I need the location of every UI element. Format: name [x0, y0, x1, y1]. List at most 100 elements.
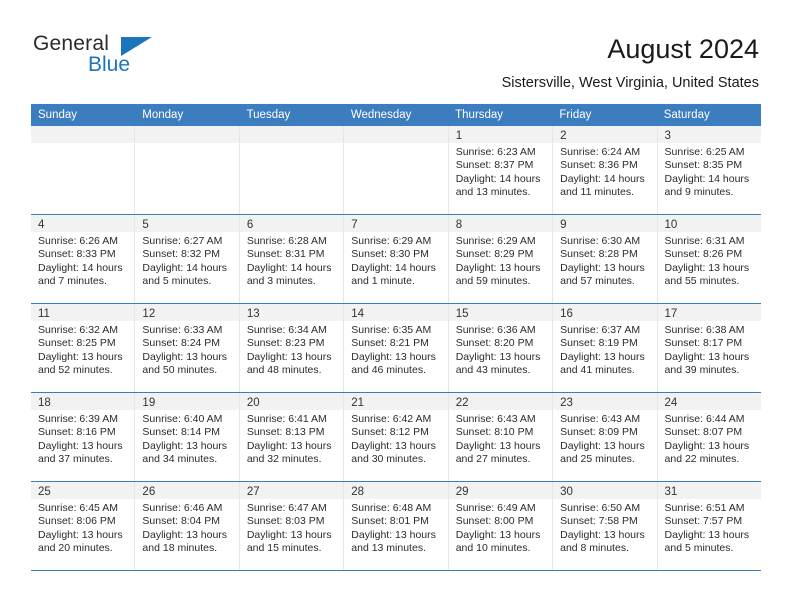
- brand-logo[interactable]: General Blue: [33, 33, 213, 81]
- sunset-text: Sunset: 8:13 PM: [246, 426, 325, 439]
- sunset-text: Sunset: 8:23 PM: [246, 337, 325, 350]
- sunrise-text: Sunrise: 6:44 AM: [664, 413, 745, 425]
- day-cell[interactable]: [239, 126, 345, 214]
- sunrise-text: Sunrise: 6:23 AM: [455, 146, 536, 158]
- day-cell[interactable]: 18 Sunrise: 6:39 AM Sunset: 8:16 PM Dayl…: [31, 393, 136, 481]
- day-cell[interactable]: 31 Sunrise: 6:51 AM Sunset: 7:57 PM Dayl…: [657, 482, 761, 570]
- day-cell[interactable]: 11 Sunrise: 6:32 AM Sunset: 8:25 PM Dayl…: [31, 304, 136, 392]
- day-number-band: 30: [553, 482, 657, 499]
- daylight-text-line1: Daylight: 14 hours: [455, 172, 541, 185]
- weekday-header-sunday: Sunday: [38, 109, 78, 121]
- day-cell[interactable]: 3 Sunrise: 6:25 AM Sunset: 8:35 PM Dayli…: [657, 126, 761, 214]
- day-number-band: 25: [31, 482, 135, 499]
- daylight-text-line1: Daylight: 13 hours: [351, 528, 436, 541]
- day-cell[interactable]: 19 Sunrise: 6:40 AM Sunset: 8:14 PM Dayl…: [135, 393, 240, 481]
- daylight-text-line2: and 8 minutes.: [560, 542, 629, 555]
- day-cell[interactable]: 22 Sunrise: 6:43 AM Sunset: 8:10 PM Dayl…: [448, 393, 554, 481]
- sunset-text: Sunset: 8:19 PM: [560, 337, 638, 350]
- day-cell[interactable]: 27 Sunrise: 6:47 AM Sunset: 8:03 PM Dayl…: [239, 482, 345, 570]
- day-info: Sunrise: 6:26 AM Sunset: 8:33 PM Dayligh…: [31, 232, 134, 289]
- day-number: 2: [560, 130, 567, 142]
- sunset-text: Sunset: 8:30 PM: [351, 248, 429, 261]
- daylight-text-line2: and 11 minutes.: [560, 186, 635, 199]
- daylight-text-line1: Daylight: 14 hours: [38, 261, 123, 274]
- sunrise-text: Sunrise: 6:28 AM: [246, 235, 327, 247]
- day-number: 9: [560, 219, 567, 231]
- sunrise-text: Sunrise: 6:39 AM: [38, 413, 118, 425]
- sunrise-text: Sunrise: 6:25 AM: [664, 146, 745, 158]
- daylight-text-line1: Daylight: 13 hours: [560, 528, 645, 541]
- day-cell[interactable]: 4 Sunrise: 6:26 AM Sunset: 8:33 PM Dayli…: [31, 215, 136, 303]
- sunrise-text: Sunrise: 6:40 AM: [142, 413, 223, 425]
- daylight-text-line2: and 30 minutes.: [351, 453, 426, 466]
- sunrise-text: Sunrise: 6:35 AM: [351, 324, 432, 336]
- day-cell[interactable]: 20 Sunrise: 6:41 AM Sunset: 8:13 PM Dayl…: [239, 393, 345, 481]
- day-cell[interactable]: [31, 126, 136, 214]
- day-info: Sunrise: 6:28 AM Sunset: 8:31 PM Dayligh…: [240, 232, 343, 289]
- day-cell[interactable]: 28 Sunrise: 6:48 AM Sunset: 8:01 PM Dayl…: [344, 482, 449, 570]
- weekday-header-thursday: Thursday: [455, 109, 504, 121]
- sunrise-text: Sunrise: 6:50 AM: [560, 502, 641, 514]
- sunset-text: Sunset: 8:24 PM: [142, 337, 221, 350]
- day-cell[interactable]: 16 Sunrise: 6:37 AM Sunset: 8:19 PM Dayl…: [553, 304, 658, 392]
- day-number: 21: [351, 397, 365, 409]
- day-cell[interactable]: 15 Sunrise: 6:36 AM Sunset: 8:20 PM Dayl…: [448, 304, 554, 392]
- day-number-band: 7: [344, 215, 448, 232]
- day-cell[interactable]: 12 Sunrise: 6:33 AM Sunset: 8:24 PM Dayl…: [135, 304, 240, 392]
- day-cell[interactable]: [135, 126, 240, 214]
- day-number: 20: [246, 397, 260, 409]
- day-info: [135, 143, 238, 146]
- daylight-text-line2: and 34 minutes.: [142, 453, 218, 466]
- daylight-text-line1: Daylight: 13 hours: [351, 439, 436, 452]
- day-number: 10: [664, 219, 678, 231]
- sunrise-text: Sunrise: 6:31 AM: [664, 235, 745, 247]
- day-number-band: 14: [344, 304, 448, 321]
- day-number-band: 26: [135, 482, 239, 499]
- day-number: 7: [351, 219, 358, 231]
- day-number: 27: [246, 486, 260, 498]
- sunset-text: Sunset: 8:20 PM: [455, 337, 534, 350]
- day-cell[interactable]: 17 Sunrise: 6:38 AM Sunset: 8:17 PM Dayl…: [657, 304, 761, 392]
- weekday-header-friday: Friday: [559, 109, 592, 121]
- sunrise-text: Sunrise: 6:32 AM: [38, 324, 118, 336]
- daylight-text-line1: Daylight: 13 hours: [455, 350, 541, 363]
- day-cell[interactable]: 8 Sunrise: 6:29 AM Sunset: 8:29 PM Dayli…: [448, 215, 554, 303]
- day-info: Sunrise: 6:47 AM Sunset: 8:03 PM Dayligh…: [240, 499, 343, 556]
- daylight-text-line2: and 10 minutes.: [455, 542, 531, 555]
- day-cell[interactable]: 10 Sunrise: 6:31 AM Sunset: 8:26 PM Dayl…: [657, 215, 761, 303]
- brand-name-general: General: [33, 32, 110, 55]
- daylight-text-line1: Daylight: 13 hours: [38, 528, 123, 541]
- day-number-band: 19: [135, 393, 239, 410]
- sunrise-text: Sunrise: 6:30 AM: [560, 235, 641, 247]
- sunset-text: Sunset: 8:17 PM: [664, 337, 743, 350]
- daylight-text-line1: Daylight: 14 hours: [664, 172, 750, 185]
- day-cell[interactable]: 30 Sunrise: 6:50 AM Sunset: 7:58 PM Dayl…: [553, 482, 658, 570]
- day-number-band: 8: [448, 215, 553, 232]
- week-row: 11 Sunrise: 6:32 AM Sunset: 8:25 PM Dayl…: [31, 304, 761, 393]
- daylight-text-line2: and 13 minutes.: [455, 186, 531, 199]
- day-cell[interactable]: 23 Sunrise: 6:43 AM Sunset: 8:09 PM Dayl…: [553, 393, 658, 481]
- day-cell[interactable]: 5 Sunrise: 6:27 AM Sunset: 8:32 PM Dayli…: [135, 215, 240, 303]
- day-cell[interactable]: 24 Sunrise: 6:44 AM Sunset: 8:07 PM Dayl…: [657, 393, 761, 481]
- day-cell[interactable]: 7 Sunrise: 6:29 AM Sunset: 8:30 PM Dayli…: [344, 215, 449, 303]
- day-number-band: 10: [657, 215, 761, 232]
- day-cell[interactable]: 25 Sunrise: 6:45 AM Sunset: 8:06 PM Dayl…: [31, 482, 136, 570]
- daylight-text-line1: Daylight: 13 hours: [455, 439, 541, 452]
- day-cell[interactable]: [344, 126, 449, 214]
- day-number-band: [239, 126, 344, 143]
- day-cell[interactable]: 13 Sunrise: 6:34 AM Sunset: 8:23 PM Dayl…: [239, 304, 345, 392]
- day-cell[interactable]: 21 Sunrise: 6:42 AM Sunset: 8:12 PM Dayl…: [344, 393, 449, 481]
- day-cell[interactable]: 9 Sunrise: 6:30 AM Sunset: 8:28 PM Dayli…: [553, 215, 658, 303]
- daylight-text-line2: and 57 minutes.: [560, 275, 635, 288]
- day-cell[interactable]: 14 Sunrise: 6:35 AM Sunset: 8:21 PM Dayl…: [344, 304, 449, 392]
- daylight-text-line1: Daylight: 13 hours: [455, 261, 541, 274]
- day-cell[interactable]: 26 Sunrise: 6:46 AM Sunset: 8:04 PM Dayl…: [135, 482, 240, 570]
- day-info: [31, 143, 134, 146]
- daylight-text-line2: and 22 minutes.: [664, 453, 740, 466]
- day-cell[interactable]: 6 Sunrise: 6:28 AM Sunset: 8:31 PM Dayli…: [239, 215, 345, 303]
- day-info: Sunrise: 6:50 AM Sunset: 7:58 PM Dayligh…: [553, 499, 656, 556]
- day-cell[interactable]: 2 Sunrise: 6:24 AM Sunset: 8:36 PM Dayli…: [553, 126, 658, 214]
- day-cell[interactable]: 1 Sunrise: 6:23 AM Sunset: 8:37 PM Dayli…: [448, 126, 554, 214]
- day-number-band: 28: [344, 482, 448, 499]
- day-cell[interactable]: 29 Sunrise: 6:49 AM Sunset: 8:00 PM Dayl…: [448, 482, 554, 570]
